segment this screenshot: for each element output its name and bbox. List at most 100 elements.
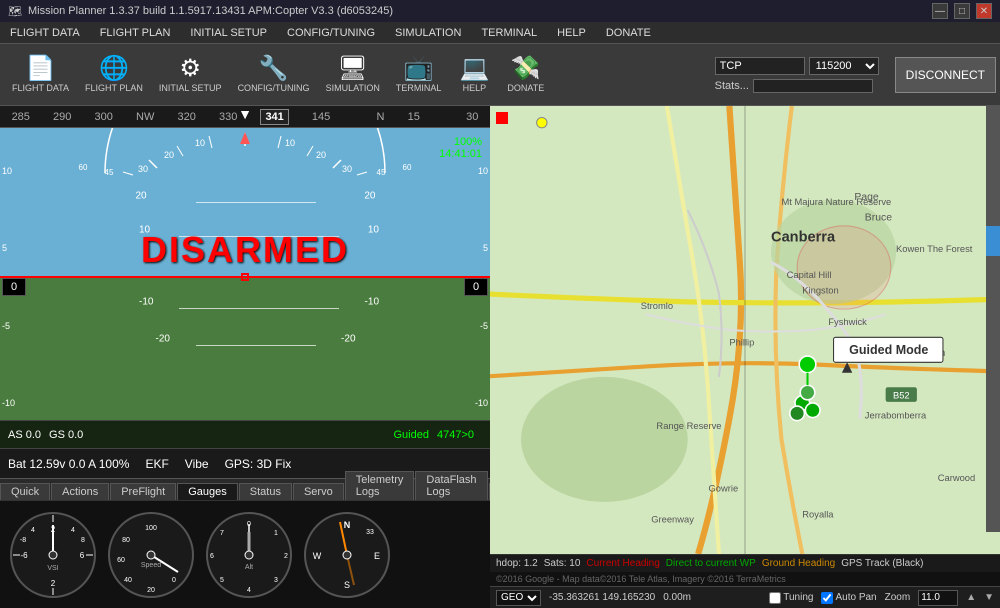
tabs-bar: Quick Actions PreFlight Gauges Status Se…	[0, 478, 490, 500]
donate-icon: 💸	[511, 57, 541, 81]
compass-cursor: ▼	[238, 106, 252, 122]
toolbar-donate[interactable]: 💸 DONATE	[499, 55, 552, 95]
titlebar-right: — □ ✕	[932, 3, 992, 19]
geo-select[interactable]: GEO	[496, 590, 541, 606]
toolbar-terminal[interactable]: 📺 TERMINAL	[388, 55, 450, 95]
tab-telemetry-logs[interactable]: Telemetry Logs	[345, 471, 415, 500]
compass-300: 300	[95, 111, 113, 123]
toolbar-flight-data[interactable]: 📄 FLIGHT DATA	[4, 55, 77, 95]
toolbar-flight-plan[interactable]: 🌐 FLIGHT PLAN	[77, 55, 151, 95]
battery-display: 100%	[439, 136, 482, 148]
sats-label: Sats: 10	[544, 558, 581, 569]
menu-flight-plan[interactable]: FLIGHT PLAN	[90, 25, 181, 41]
roll-arc-container: 10 10 20 20 30 30 45 45 60 60	[0, 128, 490, 178]
auto-pan-label[interactable]: Auto Pan	[821, 592, 876, 604]
disconnect-button[interactable]: DISCONNECT	[895, 57, 996, 93]
svg-text:1: 1	[274, 530, 278, 537]
gps-status: GPS: 3D Fix	[225, 457, 292, 471]
minimize-button[interactable]: —	[932, 3, 948, 19]
speed-gauge: 100 80 60 40 20 0 Speed	[106, 510, 196, 600]
svg-text:20: 20	[316, 150, 326, 160]
baud-select[interactable]: 115200	[809, 57, 879, 75]
svg-text:Bruce: Bruce	[865, 213, 892, 224]
menu-config-tuning[interactable]: CONFIG/TUNING	[277, 25, 385, 41]
auto-pan-checkbox[interactable]	[821, 592, 833, 604]
svg-text:6: 6	[210, 553, 214, 560]
gs-label: GS 0.0	[49, 429, 83, 441]
svg-text:33: 33	[366, 529, 374, 536]
toolbar-terminal-label: TERMINAL	[396, 83, 442, 93]
svg-text:S: S	[344, 580, 350, 590]
menubar: FLIGHT DATA FLIGHT PLAN INITIAL SETUP CO…	[0, 22, 1000, 44]
app-title: Mission Planner 1.3.37 build 1.1.5917.13…	[28, 5, 393, 17]
heading-gauge-svg: N S E W 33	[302, 510, 392, 600]
initial-setup-icon: ⚙	[179, 57, 201, 81]
svg-text:10: 10	[195, 138, 205, 148]
menu-terminal[interactable]: TERMINAL	[471, 25, 547, 41]
tab-quick[interactable]: Quick	[0, 483, 50, 500]
svg-text:Canberra: Canberra	[771, 229, 836, 245]
zoom-input[interactable]	[918, 590, 958, 606]
mode-val: 4747>0	[437, 429, 474, 441]
tab-actions[interactable]: Actions	[51, 483, 109, 500]
ekf-status: EKF	[145, 457, 168, 471]
zoom-label: Zoom	[885, 592, 911, 603]
svg-text:Fyshwick: Fyshwick	[828, 317, 867, 327]
compass-285: 285	[12, 111, 30, 123]
map-copyright: ©2016 Google - Map data©2016 Tele Atlas,…	[490, 572, 1000, 586]
tab-servo[interactable]: Servo	[293, 483, 344, 500]
menu-initial-setup[interactable]: INITIAL SETUP	[180, 25, 277, 41]
stats-label[interactable]: Stats...	[715, 80, 749, 92]
battery-status: Bat 12.59v 0.0 A 100%	[8, 457, 129, 471]
svg-text:Capital Hill: Capital Hill	[787, 270, 832, 280]
map-svg: Canberra Page Bruce Mt Majura Nature Res…	[490, 106, 1000, 554]
map-scrollbar-vertical[interactable]	[986, 106, 1000, 532]
ground-heading-label: Ground Heading	[762, 558, 835, 569]
maximize-button[interactable]: □	[954, 3, 970, 19]
zoom-down[interactable]: ▼	[984, 592, 994, 603]
tuning-checkbox[interactable]	[769, 592, 781, 604]
scrollbar-thumb-vertical[interactable]	[986, 226, 1000, 256]
vibe-status: Vibe	[185, 457, 209, 471]
svg-text:Speed: Speed	[141, 562, 161, 569]
recording-dot	[496, 112, 508, 124]
alt-center: 0	[464, 278, 488, 296]
alt-gauge: 0 1 2 3 4 5 6 7 Alt	[204, 510, 294, 600]
tuning-label[interactable]: Tuning	[769, 592, 813, 604]
svg-text:Kingston: Kingston	[802, 286, 838, 296]
mode-display: Guided	[394, 429, 429, 441]
svg-text:30: 30	[138, 164, 148, 174]
coords-display: -35.363261 149.165230	[549, 592, 655, 603]
compass-330: 330	[219, 111, 237, 123]
svg-text:VSI: VSI	[47, 565, 58, 572]
menu-flight-data[interactable]: FLIGHT DATA	[0, 25, 90, 41]
app-icon: 🗺	[8, 5, 22, 18]
tab-status[interactable]: Status	[239, 483, 292, 500]
svg-text:60: 60	[79, 163, 88, 172]
tab-preflight[interactable]: PreFlight	[110, 483, 176, 500]
svg-text:20: 20	[147, 587, 155, 594]
tab-dataflash-logs[interactable]: DataFlash Logs	[415, 471, 487, 500]
menu-help[interactable]: HELP	[547, 25, 596, 41]
tcp-input[interactable]	[715, 57, 805, 75]
toolbar-initial-setup[interactable]: ⚙ INITIAL SETUP	[151, 55, 230, 95]
toolbar-simulation[interactable]: 🖥 SIMULATION	[318, 55, 388, 95]
map-area[interactable]: Canberra Page Bruce Mt Majura Nature Res…	[490, 106, 1000, 554]
tab-gauges[interactable]: Gauges	[177, 483, 238, 500]
toolbar-config-tuning-label: CONFIG/TUNING	[238, 83, 310, 93]
compass-345: 145	[312, 111, 330, 123]
roll-arc-svg: 10 10 20 20 30 30 45 45 60 60	[45, 128, 445, 178]
stats-bar	[753, 79, 873, 93]
svg-text:Greenway: Greenway	[651, 515, 694, 525]
zoom-up[interactable]: ▲	[966, 592, 976, 603]
toolbar-config-tuning[interactable]: 🔧 CONFIG/TUNING	[230, 55, 318, 95]
svg-text:0: 0	[172, 577, 176, 584]
svg-text:Alt: Alt	[245, 564, 253, 571]
toolbar-help[interactable]: 💻 HELP	[449, 55, 499, 95]
alt-gauge-svg: 0 1 2 3 4 5 6 7 Alt	[204, 510, 294, 600]
close-button[interactable]: ✕	[976, 3, 992, 19]
svg-text:45: 45	[105, 168, 114, 177]
menu-simulation[interactable]: SIMULATION	[385, 25, 471, 41]
compass-5: 15	[408, 111, 420, 123]
menu-donate[interactable]: DONATE	[596, 25, 661, 41]
